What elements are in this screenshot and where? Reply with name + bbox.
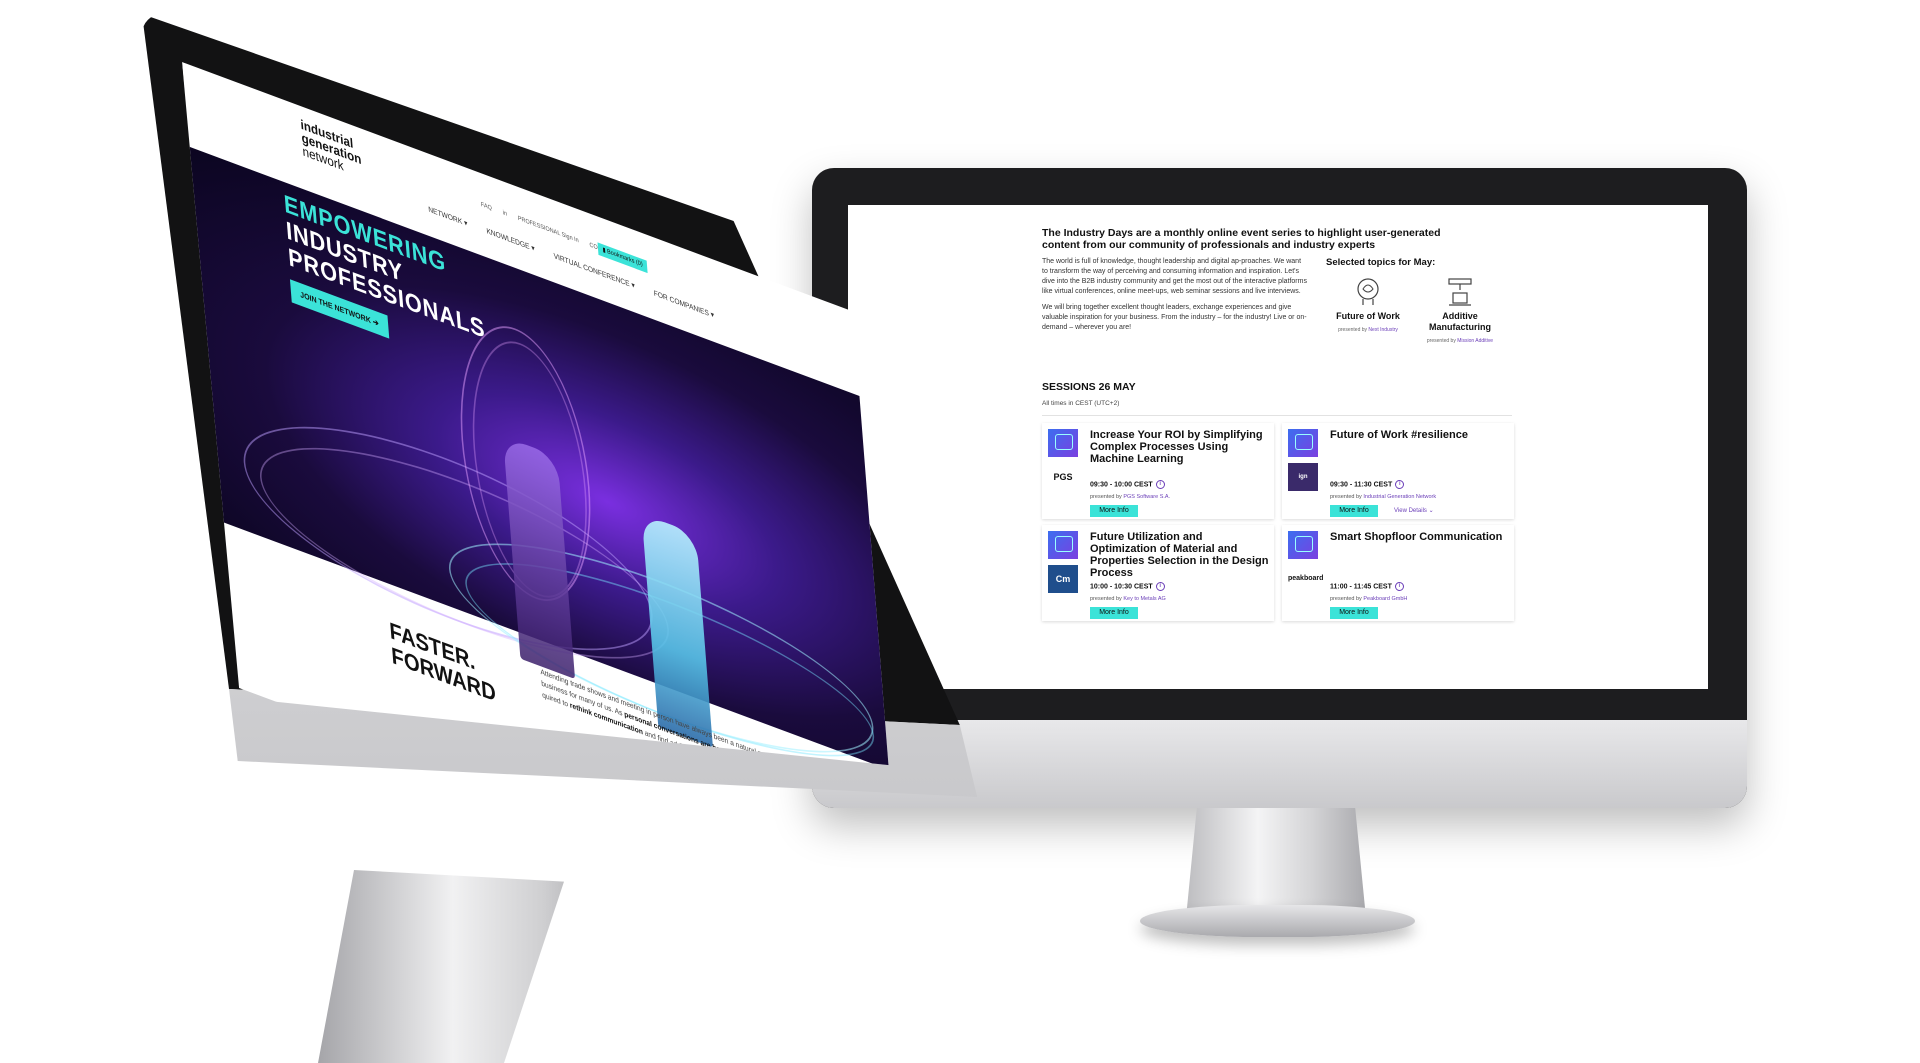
front-monitor-stand [318, 870, 564, 1063]
linkedin-icon[interactable]: in [503, 210, 508, 218]
front-monitor: industrial generation network FAQ in PRO… [0, 0, 1920, 1063]
front-monitor-screen: industrial generation network FAQ in PRO… [182, 62, 955, 772]
